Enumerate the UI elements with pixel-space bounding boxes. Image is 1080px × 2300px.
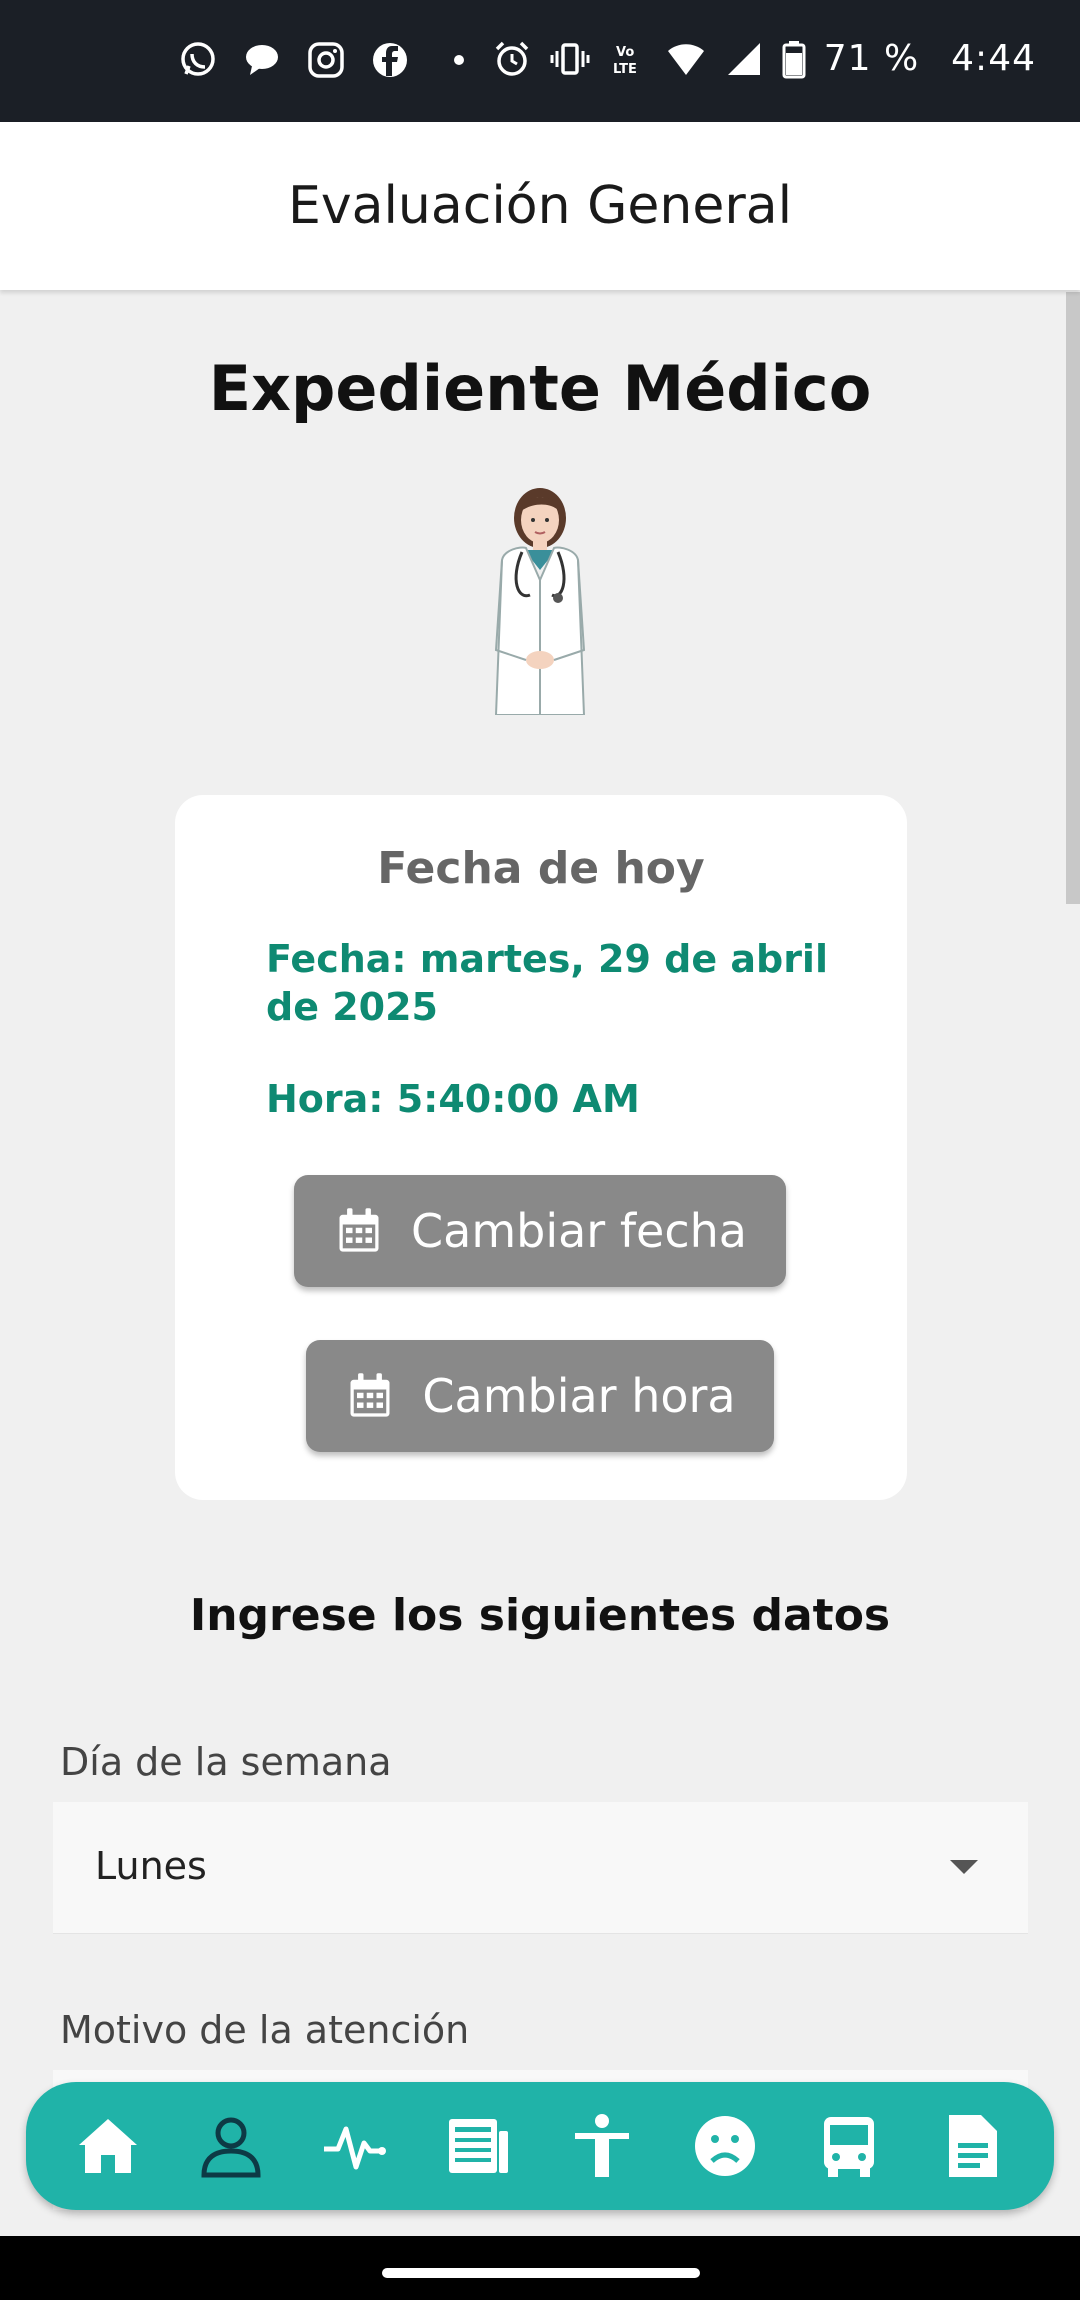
home-gesture-handle[interactable]: [382, 2268, 700, 2278]
whatsapp-icon: [178, 40, 218, 80]
nav-news[interactable]: [438, 2106, 518, 2186]
calendar-icon: [339, 1208, 379, 1252]
status-bar: Vo LTE 71 % 4:44: [0, 0, 1080, 122]
page-title: Expediente Médico: [208, 352, 872, 425]
change-date-button[interactable]: Cambiar fecha: [294, 1175, 786, 1287]
nav-vitals[interactable]: [315, 2106, 395, 2186]
volte-icon: Vo LTE: [608, 39, 648, 79]
pulse-icon: [323, 2126, 386, 2170]
document-icon: [949, 2115, 998, 2177]
main-content: Expediente Médico Fecha de hoy Fecha: ma…: [0, 290, 1080, 2236]
wifi-icon: [666, 39, 706, 79]
change-time-button[interactable]: Cambiar hora: [306, 1340, 774, 1452]
clock: 4:44: [951, 38, 1036, 79]
home-icon: [78, 2119, 137, 2173]
nav-accessibility[interactable]: [562, 2106, 642, 2186]
svg-text:Vo: Vo: [616, 45, 634, 60]
change-date-label: Cambiar fecha: [411, 1204, 747, 1258]
accessibility-icon: [574, 2114, 629, 2177]
svg-text:LTE: LTE: [613, 62, 637, 77]
facebook-icon: [370, 40, 410, 80]
nav-profile[interactable]: [191, 2106, 271, 2186]
weekday-select[interactable]: Lunes: [53, 1802, 1028, 1934]
bottom-navigation: [26, 2082, 1054, 2210]
messages-icon: [242, 40, 282, 80]
date-card: Fecha de hoy Fecha: martes, 29 de abril …: [175, 795, 907, 1500]
nav-mood[interactable]: [685, 2106, 765, 2186]
doctor-illustration: [480, 480, 600, 716]
battery-icon: [782, 39, 806, 79]
form-heading: Ingrese los siguientes datos: [189, 1590, 891, 1641]
system-navigation-bar: [0, 2236, 1080, 2300]
dropdown-arrow-icon: [950, 1860, 978, 1874]
nav-documents[interactable]: [932, 2106, 1012, 2186]
app-bar: Evaluación General: [0, 122, 1080, 290]
battery-percent: 71 %: [823, 38, 920, 79]
nav-home[interactable]: [68, 2106, 148, 2186]
weekday-label: Día de la semana: [60, 1740, 392, 1784]
current-time: Hora: 5:40:00 AM: [266, 1077, 640, 1121]
app-bar-title: Evaluación General: [287, 176, 793, 236]
reason-label: Motivo de la atención: [60, 2008, 470, 2052]
sad-face-icon: [695, 2116, 756, 2176]
notification-dot-icon: [454, 55, 464, 65]
person-icon: [201, 2117, 261, 2178]
date-card-title: Fecha de hoy: [377, 843, 705, 894]
bus-icon: [823, 2117, 874, 2177]
change-time-label: Cambiar hora: [422, 1369, 736, 1423]
calendar-icon: [350, 1373, 390, 1417]
nav-transport[interactable]: [809, 2106, 889, 2186]
instagram-icon: [306, 40, 346, 80]
weekday-select-value: Lunes: [95, 1844, 207, 1888]
alarm-icon: [492, 39, 532, 79]
current-date: Fecha: martes, 29 de abril de 2025: [266, 937, 828, 1029]
signal-icon: [724, 39, 764, 79]
vibrate-icon: [550, 39, 590, 79]
newspaper-icon: [449, 2119, 509, 2173]
